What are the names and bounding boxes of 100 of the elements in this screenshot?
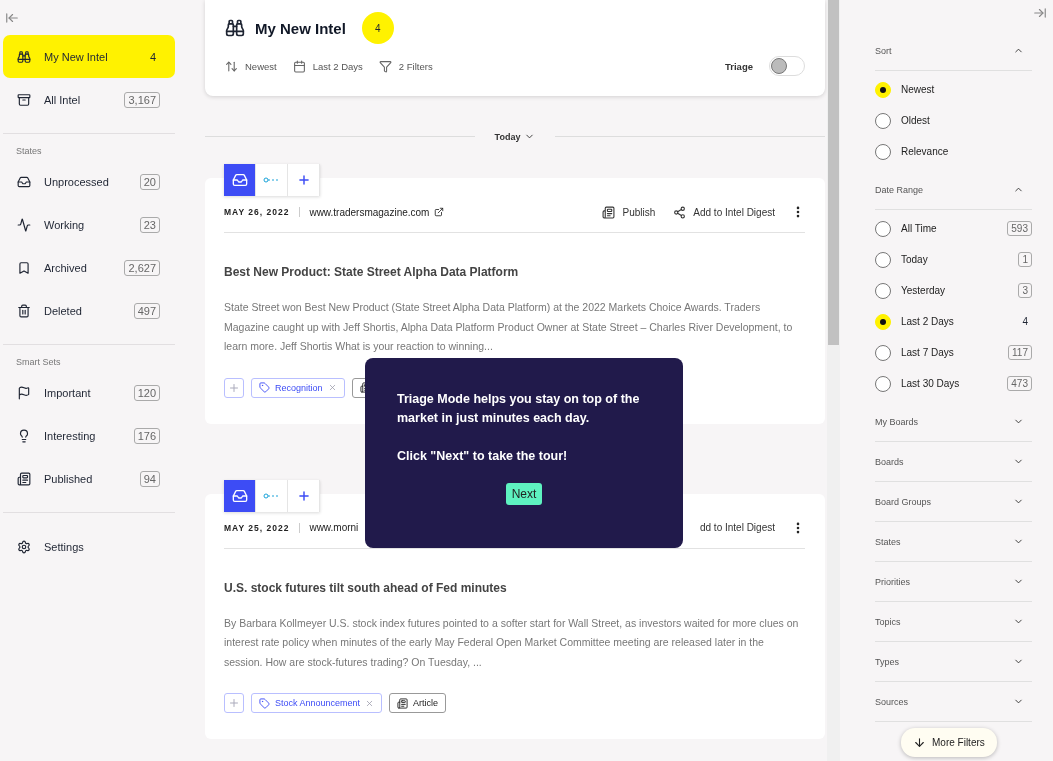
sidebar-item-label: Settings (44, 540, 85, 553)
sidebar-item[interactable]: All Intel 3,167 (3, 78, 175, 121)
action-button[interactable]: dd to Intel Digest (699, 522, 775, 533)
article-date: MAY 26, 2022 (224, 207, 301, 217)
radio-option[interactable]: Yesterday 3 (875, 275, 1032, 306)
count-badge: 4 (361, 12, 394, 44)
filter-icon (378, 59, 392, 73)
triage-switch[interactable] (769, 56, 805, 76)
radio-option[interactable]: Newest (875, 74, 1032, 105)
page-title: My New Intel (255, 19, 346, 37)
option-label: Last 30 Days (901, 378, 961, 389)
radio-option[interactable]: Last 30 Days 473 (875, 368, 1032, 399)
sidebar-item[interactable]: Unprocessed 20 (3, 160, 175, 203)
section-header[interactable]: States (875, 522, 1032, 562)
item-count: 20 (139, 173, 160, 190)
flag-icon (17, 385, 31, 400)
sidebar-item[interactable]: Archived 2,627 (3, 246, 175, 289)
sidebar-item-label: My New Intel (44, 50, 109, 63)
source-link[interactable]: www.morni (309, 522, 359, 533)
collapse-sidebar-icon[interactable] (5, 10, 19, 25)
radio-button[interactable] (875, 375, 891, 392)
section-header[interactable]: Board Groups (875, 482, 1032, 522)
sidebar-item[interactable]: Published 94 (3, 457, 175, 500)
collapse-panel-icon[interactable] (1033, 6, 1047, 20)
filter-label[interactable]: Last 2 Days (312, 60, 363, 72)
section-header[interactable]: Topics (875, 602, 1032, 642)
binoculars-icon (225, 18, 245, 38)
sidebar-item-label: Working (44, 218, 86, 231)
inbox-icon (231, 172, 248, 188)
day-dropdown[interactable]: Today (494, 131, 536, 142)
source-link[interactable]: www.tradersmagazine.com (309, 206, 445, 218)
sidebar-item[interactable]: My New Intel 4 (3, 35, 175, 78)
sidebar-item-label: Interesting (44, 429, 97, 442)
filter-label[interactable]: Newest (245, 60, 277, 72)
option-label: Newest (901, 84, 936, 95)
bookmark-icon (17, 260, 31, 275)
option-label: Last 2 Days (901, 316, 955, 327)
pulse-icon (17, 217, 31, 232)
source-logo-icon (262, 492, 281, 499)
plus-icon (296, 488, 311, 503)
newspaper-icon (602, 205, 616, 219)
radio-button[interactable] (875, 251, 891, 268)
radio-option[interactable]: Today 1 (875, 244, 1032, 275)
item-count: 94 (139, 470, 160, 487)
topic-tag[interactable]: Stock Announcement (251, 693, 383, 713)
radio-option[interactable]: Relevance (875, 136, 1032, 167)
option-count: 1 (1018, 252, 1032, 267)
sidebar-item[interactable]: Working 23 (3, 203, 175, 246)
option-count: 4 (1021, 315, 1029, 329)
radio-button[interactable] (875, 143, 891, 160)
option-label: Today (901, 254, 929, 265)
section-header[interactable]: Date Range (875, 170, 1032, 210)
radio-button[interactable] (875, 344, 891, 361)
binoculars-icon (17, 49, 31, 64)
item-count: 4 (148, 49, 157, 65)
inbox-icon (231, 487, 248, 504)
radio-option[interactable]: All Time 593 (875, 213, 1032, 244)
article-title[interactable]: U.S. stock futures tilt south ahead of Fed minutes (224, 580, 805, 595)
tag-icon (259, 382, 270, 393)
action-button[interactable]: Publish (602, 205, 656, 219)
radio-option[interactable]: Last 2 Days 4 (875, 306, 1032, 337)
topic-tag[interactable]: Recognition (251, 377, 345, 398)
plus-icon (296, 173, 311, 187)
scrollbar[interactable] (827, 0, 840, 761)
section-header[interactable]: Sort (875, 31, 1032, 71)
inbox-button[interactable] (224, 479, 256, 512)
option-label: Oldest (901, 115, 931, 126)
sidebar-item[interactable]: Important 120 (3, 371, 175, 414)
radio-option[interactable]: Last 7 Days 117 (875, 337, 1032, 368)
sidebar-item[interactable]: Interesting 176 (3, 414, 175, 457)
lightbulb-icon (17, 428, 31, 443)
inbox-button[interactable] (224, 164, 256, 196)
filter-label[interactable]: 2 Filters (398, 60, 433, 72)
section-header[interactable]: Sources (875, 682, 1032, 722)
option-count: 117 (1008, 345, 1032, 360)
radio-option[interactable]: Oldest (875, 105, 1032, 136)
tour-text: Click "Next" to take the tour! (397, 448, 569, 465)
add-button[interactable] (288, 479, 320, 512)
next-button[interactable]: Next (505, 483, 543, 505)
add-button[interactable] (288, 164, 320, 196)
source-logo-icon (262, 177, 281, 183)
article-date: MAY 25, 2022 (224, 522, 301, 533)
option-label: Last 7 Days (901, 347, 955, 358)
sidebar-item[interactable]: Deleted 497 (3, 289, 175, 332)
radio-button[interactable] (875, 220, 891, 237)
sidebar-item[interactable]: Settings (3, 525, 175, 568)
more-filters-button[interactable]: More Filters (901, 728, 997, 757)
radio-button[interactable] (875, 282, 891, 299)
option-label: All Time (901, 223, 938, 234)
section-header[interactable]: Priorities (875, 562, 1032, 602)
radio-button[interactable] (875, 112, 891, 129)
article-title[interactable]: Best New Product: State Street Alpha Data Platform (224, 265, 805, 279)
section-header[interactable]: Types (875, 642, 1032, 682)
group-heading: Smart Sets (15, 357, 62, 369)
action-button[interactable]: Add to Intel Digest (673, 205, 775, 219)
section-header[interactable]: Boards (875, 442, 1032, 482)
trash-icon (17, 303, 31, 318)
section-header[interactable]: My Boards (875, 402, 1032, 442)
plus-icon (228, 381, 240, 394)
tag-label: Recognition (275, 382, 323, 393)
